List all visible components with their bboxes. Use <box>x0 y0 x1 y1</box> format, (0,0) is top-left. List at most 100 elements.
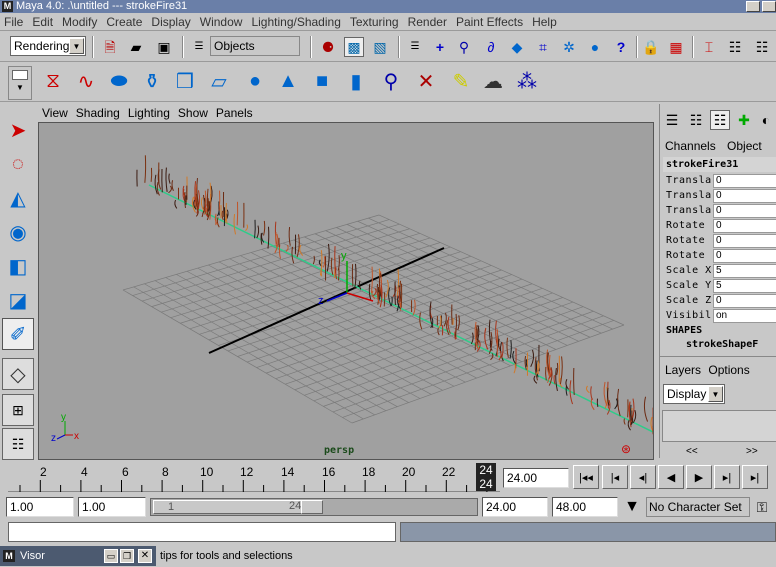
show-channels-icon[interactable]: ☷ <box>752 37 772 57</box>
channel-row[interactable]: Rotate 0 <box>663 219 776 234</box>
menu-file[interactable]: File <box>0 13 28 30</box>
channel-row[interactable]: Rotate 0 <box>663 234 776 249</box>
select-misc-icon[interactable]: ? <box>611 37 631 57</box>
maximize-button[interactable] <box>762 1 776 12</box>
manipulator-tool-icon[interactable]: ◪ <box>2 284 34 316</box>
rotate-tool-icon[interactable]: ◉ <box>2 216 34 248</box>
panel-menu-view[interactable]: View <box>38 104 72 121</box>
channel-row[interactable]: Rotate 0 <box>663 249 776 264</box>
channel-row[interactable]: Scale Z0 <box>663 294 776 309</box>
layer-display-dropdown[interactable]: Display ▼ <box>663 384 725 404</box>
select-curves-icon[interactable]: ∂ <box>481 37 501 57</box>
channel-value[interactable]: 0 <box>713 204 776 218</box>
hide-ui-toggle-icon[interactable]: ◐ <box>756 110 776 130</box>
key-icon[interactable]: ⚿ <box>752 497 772 517</box>
joint-tool-icon[interactable]: ⚲ <box>376 66 406 96</box>
nurbs-sphere-icon[interactable]: ● <box>240 66 270 96</box>
step-forward-frame-button[interactable]: ▸| <box>714 465 740 489</box>
select-dynamics-icon[interactable]: ✲ <box>559 37 579 57</box>
step-back-frame-button[interactable]: ◂| <box>630 465 656 489</box>
snap-grid-icon[interactable]: ⌶ <box>699 37 719 57</box>
channel-value[interactable]: 0 <box>713 234 776 248</box>
select-surfaces-icon[interactable]: ◆ <box>507 37 527 57</box>
visor-window[interactable]: M Visor ▭ ❐ ✕ <box>0 546 156 566</box>
channel-row[interactable]: Transla 0 <box>663 189 776 204</box>
layer-nav-prev[interactable]: << <box>686 446 698 458</box>
minimize-button[interactable] <box>746 1 760 12</box>
channel-value[interactable]: 0 <box>713 174 776 188</box>
menu-layers[interactable]: Layers <box>662 363 701 377</box>
select-tool-icon[interactable]: ➤ <box>2 114 34 146</box>
channel-value[interactable]: on <box>713 309 776 323</box>
ik-handle-icon[interactable]: ✕ <box>411 66 441 96</box>
paint-effects-icon[interactable]: ✎ <box>446 66 476 96</box>
hierarchy-mode-icon[interactable]: ⚈ <box>318 37 338 57</box>
panel-menu-show[interactable]: Show <box>174 104 212 121</box>
single-view-layout-icon[interactable]: ◇ <box>2 358 34 390</box>
current-frame-marker[interactable]: 24 24 <box>476 463 496 491</box>
select-joints-icon[interactable]: ⚲ <box>454 37 474 57</box>
character-set-field[interactable]: No Character Set <box>646 497 750 517</box>
component-mode-icon[interactable]: ▧ <box>370 37 390 57</box>
channel-row[interactable]: Visibil on <box>663 309 776 324</box>
play-forwards-button[interactable]: ▶ <box>686 465 712 489</box>
playback-start-field[interactable]: 1.00 <box>78 497 146 517</box>
ep-curve-tool-icon[interactable]: ∿ <box>71 66 101 96</box>
select-handles-icon[interactable]: + <box>430 37 450 57</box>
menu-texturing[interactable]: Texturing <box>346 13 404 30</box>
select-deformers-icon[interactable]: ⌗ <box>533 37 553 57</box>
character-set-dropdown-icon[interactable]: ▼ <box>622 497 642 517</box>
nurbs-cube-icon[interactable]: ■ <box>307 66 337 96</box>
visor-minimize-button[interactable]: ▭ <box>104 549 118 563</box>
channel-box-toggle-icon[interactable]: ☷ <box>710 110 730 130</box>
fur-icon[interactable]: ☁ <box>478 66 508 96</box>
menu-edit[interactable]: Edit <box>28 13 58 30</box>
channel-value[interactable]: 5 <box>713 279 776 293</box>
outliner-layout-icon[interactable]: ☷ <box>2 428 34 460</box>
selection-mode-field[interactable]: Objects <box>210 36 300 56</box>
step-forward-key-button[interactable]: ▸| <box>742 465 768 489</box>
mask-toggle-icon[interactable]: ☰ <box>405 37 425 57</box>
extrude-icon[interactable]: ⬬ <box>104 66 134 96</box>
channel-value[interactable]: 0 <box>713 189 776 203</box>
lock-selection-icon[interactable]: 🔒 <box>641 37 661 57</box>
open-scene-icon[interactable]: ▰ <box>126 37 146 57</box>
planar-icon[interactable]: ▱ <box>204 66 234 96</box>
save-scene-icon[interactable]: ▣ <box>154 37 174 57</box>
visor-close-button[interactable]: ✕ <box>138 549 152 563</box>
menu-display[interactable]: Display <box>147 13 195 30</box>
range-slider[interactable]: 1 24 <box>150 498 478 516</box>
object-mode-icon[interactable]: ▩ <box>344 37 364 57</box>
channel-row[interactable]: Scale X5 <box>663 264 776 279</box>
panel-menu-lighting[interactable]: Lighting <box>124 104 174 121</box>
attribute-editor-toggle-icon[interactable]: ☰ <box>662 110 682 130</box>
move-tool-icon[interactable]: ◭ <box>2 182 34 214</box>
revolve-icon[interactable]: ⚱ <box>137 66 167 96</box>
animation-end-field[interactable]: 48.00 <box>552 497 618 517</box>
lasso-tool-icon[interactable]: ◌ <box>2 148 34 180</box>
highlight-selection-icon[interactable]: ▦ <box>666 37 686 57</box>
nurbs-cylinder-icon[interactable]: ▮ <box>341 66 371 96</box>
command-input[interactable] <box>8 522 396 542</box>
new-scene-icon[interactable]: 🗎 <box>100 37 120 57</box>
menu-create[interactable]: Create <box>102 13 147 30</box>
menu-render[interactable]: Render <box>404 13 452 30</box>
channel-row[interactable]: Scale Y5 <box>663 279 776 294</box>
play-backwards-button[interactable]: ◀ <box>658 465 684 489</box>
cv-curve-tool-icon[interactable]: ⧖ <box>38 66 68 96</box>
particles-icon[interactable]: ⁂ <box>512 66 542 96</box>
menu-options[interactable]: Options <box>704 363 749 377</box>
tab-object[interactable]: Object <box>719 139 762 153</box>
visor-restore-button[interactable]: ❐ <box>120 549 134 563</box>
channel-row[interactable]: Transla 0 <box>663 204 776 219</box>
step-back-key-button[interactable]: |◂ <box>602 465 628 489</box>
expand-collapse-icon[interactable]: ☰ <box>189 37 209 57</box>
panel-menu-shading[interactable]: Shading <box>72 104 124 121</box>
channel-value[interactable]: 0 <box>713 219 776 233</box>
channel-value[interactable]: 5 <box>713 264 776 278</box>
menu-lighting-shading[interactable]: Lighting/Shading <box>247 13 345 30</box>
nurbs-cone-icon[interactable]: ▲ <box>273 66 303 96</box>
tab-channels[interactable]: Channels <box>662 139 716 153</box>
loft-icon[interactable]: ❒ <box>170 66 200 96</box>
channel-row[interactable]: Transla 0 <box>663 174 776 189</box>
